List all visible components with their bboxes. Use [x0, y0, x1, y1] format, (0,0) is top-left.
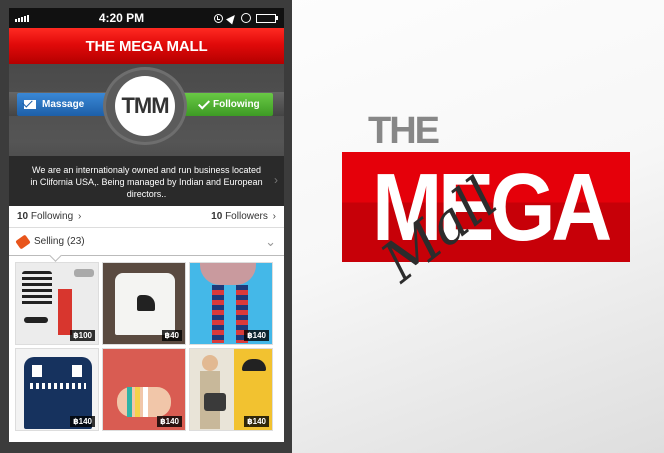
chevron-down-icon[interactable]: ⌄: [265, 234, 276, 250]
selling-header[interactable]: Selling (23) ⌄: [9, 228, 284, 256]
dog-icon: [137, 295, 155, 311]
mail-icon: [24, 100, 36, 109]
logo-the: THE: [368, 110, 440, 152]
follow-stats: 10 Following › 10 Followers ›: [9, 206, 284, 228]
price-tag-icon: [15, 233, 31, 250]
clock-icon: [213, 13, 223, 23]
product-card[interactable]: ฿140: [102, 348, 186, 431]
product-price: ฿140: [70, 416, 95, 427]
checkmark-icon: [197, 96, 211, 110]
product-card[interactable]: ฿140: [15, 348, 99, 431]
following-label: Following: [30, 211, 74, 222]
signal-icon: [15, 14, 29, 22]
chevron-right-icon: ›: [77, 211, 82, 222]
status-bar: 4:20 PM: [9, 8, 284, 28]
skirt-icon: [200, 263, 256, 285]
pants-icon: [58, 289, 72, 335]
model-head-icon: [202, 355, 218, 371]
reindeer-icon: [72, 365, 82, 377]
chevron-right-icon: ›: [274, 173, 278, 187]
following-count: 10: [17, 211, 29, 222]
outfit-flatlay-icon: [22, 271, 52, 307]
followers-link[interactable]: 10 Followers ›: [211, 211, 276, 222]
product-card[interactable]: ฿140: [189, 262, 273, 345]
sock-icon: [212, 285, 224, 343]
bio-description: We are an internationaly owned and run b…: [30, 165, 263, 199]
app-title: THE MEGA MALL: [9, 28, 284, 64]
product-price: ฿140: [157, 416, 182, 427]
followers-count: 10: [211, 211, 223, 222]
product-price: ฿100: [70, 330, 95, 341]
battery-icon: [255, 13, 278, 23]
product-price: ฿140: [244, 416, 269, 427]
shoe-icon: [74, 269, 94, 277]
reindeer-icon: [32, 365, 42, 377]
following-button-label: Following: [213, 99, 260, 110]
product-price: ฿40: [161, 330, 182, 341]
message-button[interactable]: Massage: [17, 93, 109, 116]
product-price: ฿140: [244, 330, 269, 341]
pattern-stripe: [30, 383, 86, 389]
avatar-ring: TMM: [103, 67, 187, 145]
location-icon: [226, 11, 238, 25]
bracelet-icon: [127, 387, 132, 417]
selling-label: Selling: [34, 236, 65, 247]
product-card[interactable]: ฿140: [189, 348, 273, 431]
product-grid: ฿100 ฿40 ฿140 ฿140 ฿140 ฿140: [9, 256, 284, 431]
following-button[interactable]: Following: [181, 93, 273, 116]
chevron-right-icon: ›: [272, 211, 276, 222]
sunglasses-icon: [24, 317, 48, 323]
app-screen: 4:20 PM THE MEGA MALL Massage Following …: [9, 8, 284, 442]
phone-frame: 4:20 PM THE MEGA MALL Massage Following …: [0, 0, 292, 453]
bio-text[interactable]: We are an internationaly owned and run b…: [9, 156, 284, 206]
bracelet-icon: [143, 387, 148, 417]
product-card[interactable]: ฿100: [15, 262, 99, 345]
product-card[interactable]: ฿40: [102, 262, 186, 345]
followers-label: Followers: [225, 211, 268, 222]
avatar[interactable]: TMM: [115, 76, 175, 136]
message-button-label: Massage: [42, 99, 85, 110]
hat-icon: [242, 359, 266, 371]
following-link[interactable]: 10 Following ›: [17, 211, 81, 222]
handbag-icon: [204, 393, 226, 411]
selling-count: (23): [66, 236, 85, 247]
rotation-lock-icon: [240, 13, 251, 23]
status-time: 4:20 PM: [98, 11, 145, 25]
profile-header: Massage Following TMM We are an internat…: [9, 64, 284, 206]
bracelet-icon: [135, 387, 140, 417]
